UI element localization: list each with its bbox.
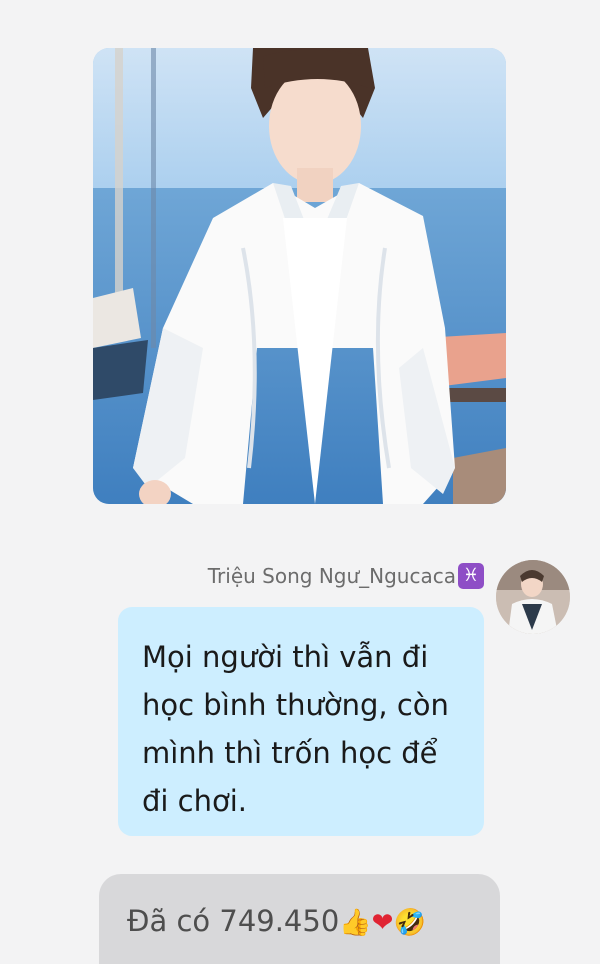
laughing-emoji-icon: 🤣 <box>393 908 426 938</box>
reaction-count-text: Đã có 749.450 <box>127 904 340 938</box>
message-text: Mọi người thì vẫn đi học bình thường, cò… <box>142 640 449 818</box>
message-bubble[interactable]: Mọi người thì vẫn đi học bình thường, cò… <box>118 607 484 836</box>
heart-icon: ❤ <box>371 908 394 938</box>
thumbs-up-icon: 👍 <box>339 908 372 938</box>
chat-view: Triệu Song Ngư_Ngucaca ♓ Mọi người thì v… <box>0 0 600 964</box>
photo-image <box>93 48 506 504</box>
pisces-badge-icon: ♓ <box>458 563 484 589</box>
photo-message[interactable] <box>93 48 506 504</box>
sender-name: Triệu Song Ngư_Ngucaca <box>207 564 456 588</box>
avatar[interactable] <box>496 560 570 634</box>
reaction-summary[interactable]: Đã có 749.450👍❤🤣 <box>99 874 500 964</box>
avatar-image <box>496 560 570 634</box>
sender-name-row[interactable]: Triệu Song Ngư_Ngucaca ♓ <box>208 563 484 589</box>
